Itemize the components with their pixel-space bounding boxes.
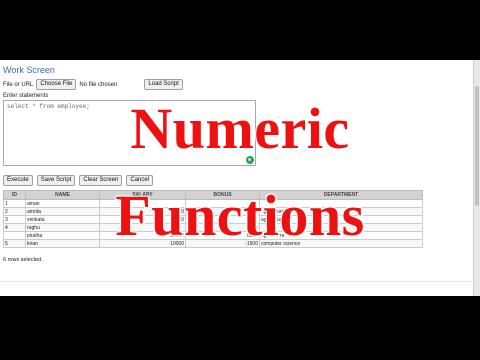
cell-id: 2 xyxy=(3,207,26,216)
cell-id: 3 xyxy=(3,215,26,224)
cell-department: agriculture xyxy=(259,207,423,216)
cell-bonus xyxy=(185,199,260,208)
cell-name: raghu xyxy=(25,223,100,232)
cell-salary xyxy=(99,223,186,232)
cell-name: piratha xyxy=(25,231,100,240)
cell-salary: 90000 xyxy=(99,231,186,240)
file-row: File or URL Choose File No file chosen L… xyxy=(3,79,183,90)
action-buttons: Execute Save Script Clear Screen Cancel xyxy=(3,175,154,186)
column-header-bonus[interactable]: BONUS xyxy=(185,190,260,200)
cell-id: 4 xyxy=(3,223,26,232)
file-label: File or URL xyxy=(3,81,34,88)
column-header-salary[interactable]: SALARY xyxy=(99,190,186,200)
rows-selected-status: 6 rows selected. xyxy=(3,257,43,263)
cell-salary: 0 xyxy=(99,215,186,224)
cell-name: aman xyxy=(25,199,100,208)
cell-department xyxy=(259,199,423,208)
cell-bonus xyxy=(185,215,260,224)
clear-screen-button[interactable]: Clear Screen xyxy=(79,175,123,186)
execute-button[interactable]: Execute xyxy=(3,175,33,186)
cell-name: venkata xyxy=(25,215,100,224)
statements-label: Enter statements xyxy=(3,93,49,99)
cell-name: amrita xyxy=(25,207,100,216)
cell-name: kiran xyxy=(25,239,100,248)
table-row: 3 venkata 0 agriculture xyxy=(3,215,423,224)
file-status: No file chosen xyxy=(79,81,118,88)
statements-editor[interactable]: select * from employee; xyxy=(3,100,256,166)
cancel-button[interactable]: Cancel xyxy=(126,175,154,186)
table-row: piratha 90000 5000 agriculture xyxy=(3,231,423,240)
page-content: Work Screen File or URL Choose File No f… xyxy=(0,60,473,296)
choose-file-button[interactable]: Choose File xyxy=(36,79,77,90)
cell-department: agriculture xyxy=(259,231,423,240)
cell-salary xyxy=(99,199,186,208)
cell-id: 1 xyxy=(3,199,26,208)
cell-bonus: -1500 xyxy=(185,239,260,248)
column-header-id[interactable]: ID xyxy=(3,190,26,200)
save-script-button[interactable]: Save Script xyxy=(36,175,76,186)
vertical-scrollbar[interactable] xyxy=(473,60,480,296)
table-row: 4 raghu 10 xyxy=(3,223,423,232)
cell-department xyxy=(259,223,423,232)
table-row: 2 amrita 0 1500 agriculture xyxy=(3,207,423,216)
cell-salary: 0 xyxy=(99,207,186,216)
table-row: 5 kiran 10000 -1500 computer science xyxy=(3,239,423,248)
cell-salary: 10000 xyxy=(99,239,186,248)
scrollbar-thumb[interactable] xyxy=(475,86,479,206)
grammarly-icon[interactable] xyxy=(246,156,254,164)
column-header-name[interactable]: NAME xyxy=(25,190,100,200)
cell-department: computer science xyxy=(259,239,423,248)
cell-id: 5 xyxy=(3,239,26,248)
page-title: Work Screen xyxy=(3,65,55,75)
cell-bonus: 10 xyxy=(185,223,260,232)
load-script-button[interactable]: Load Script xyxy=(144,79,183,90)
cell-id xyxy=(3,231,26,240)
results-table: ID NAME SALARY BONUS DEPARTMENT 1 aman 2 xyxy=(3,190,423,248)
divider xyxy=(0,281,473,282)
table-row: 1 aman xyxy=(3,199,423,208)
work-screen-window: Work Screen File or URL Choose File No f… xyxy=(0,60,480,296)
cell-bonus: 5000 xyxy=(185,231,260,240)
table-header-row: ID NAME SALARY BONUS DEPARTMENT xyxy=(3,190,423,200)
cell-bonus: 1500 xyxy=(185,207,260,216)
editor-content: select * from employee; xyxy=(7,103,90,110)
column-header-department[interactable]: DEPARTMENT xyxy=(259,190,423,200)
cell-department: agriculture xyxy=(259,215,423,224)
